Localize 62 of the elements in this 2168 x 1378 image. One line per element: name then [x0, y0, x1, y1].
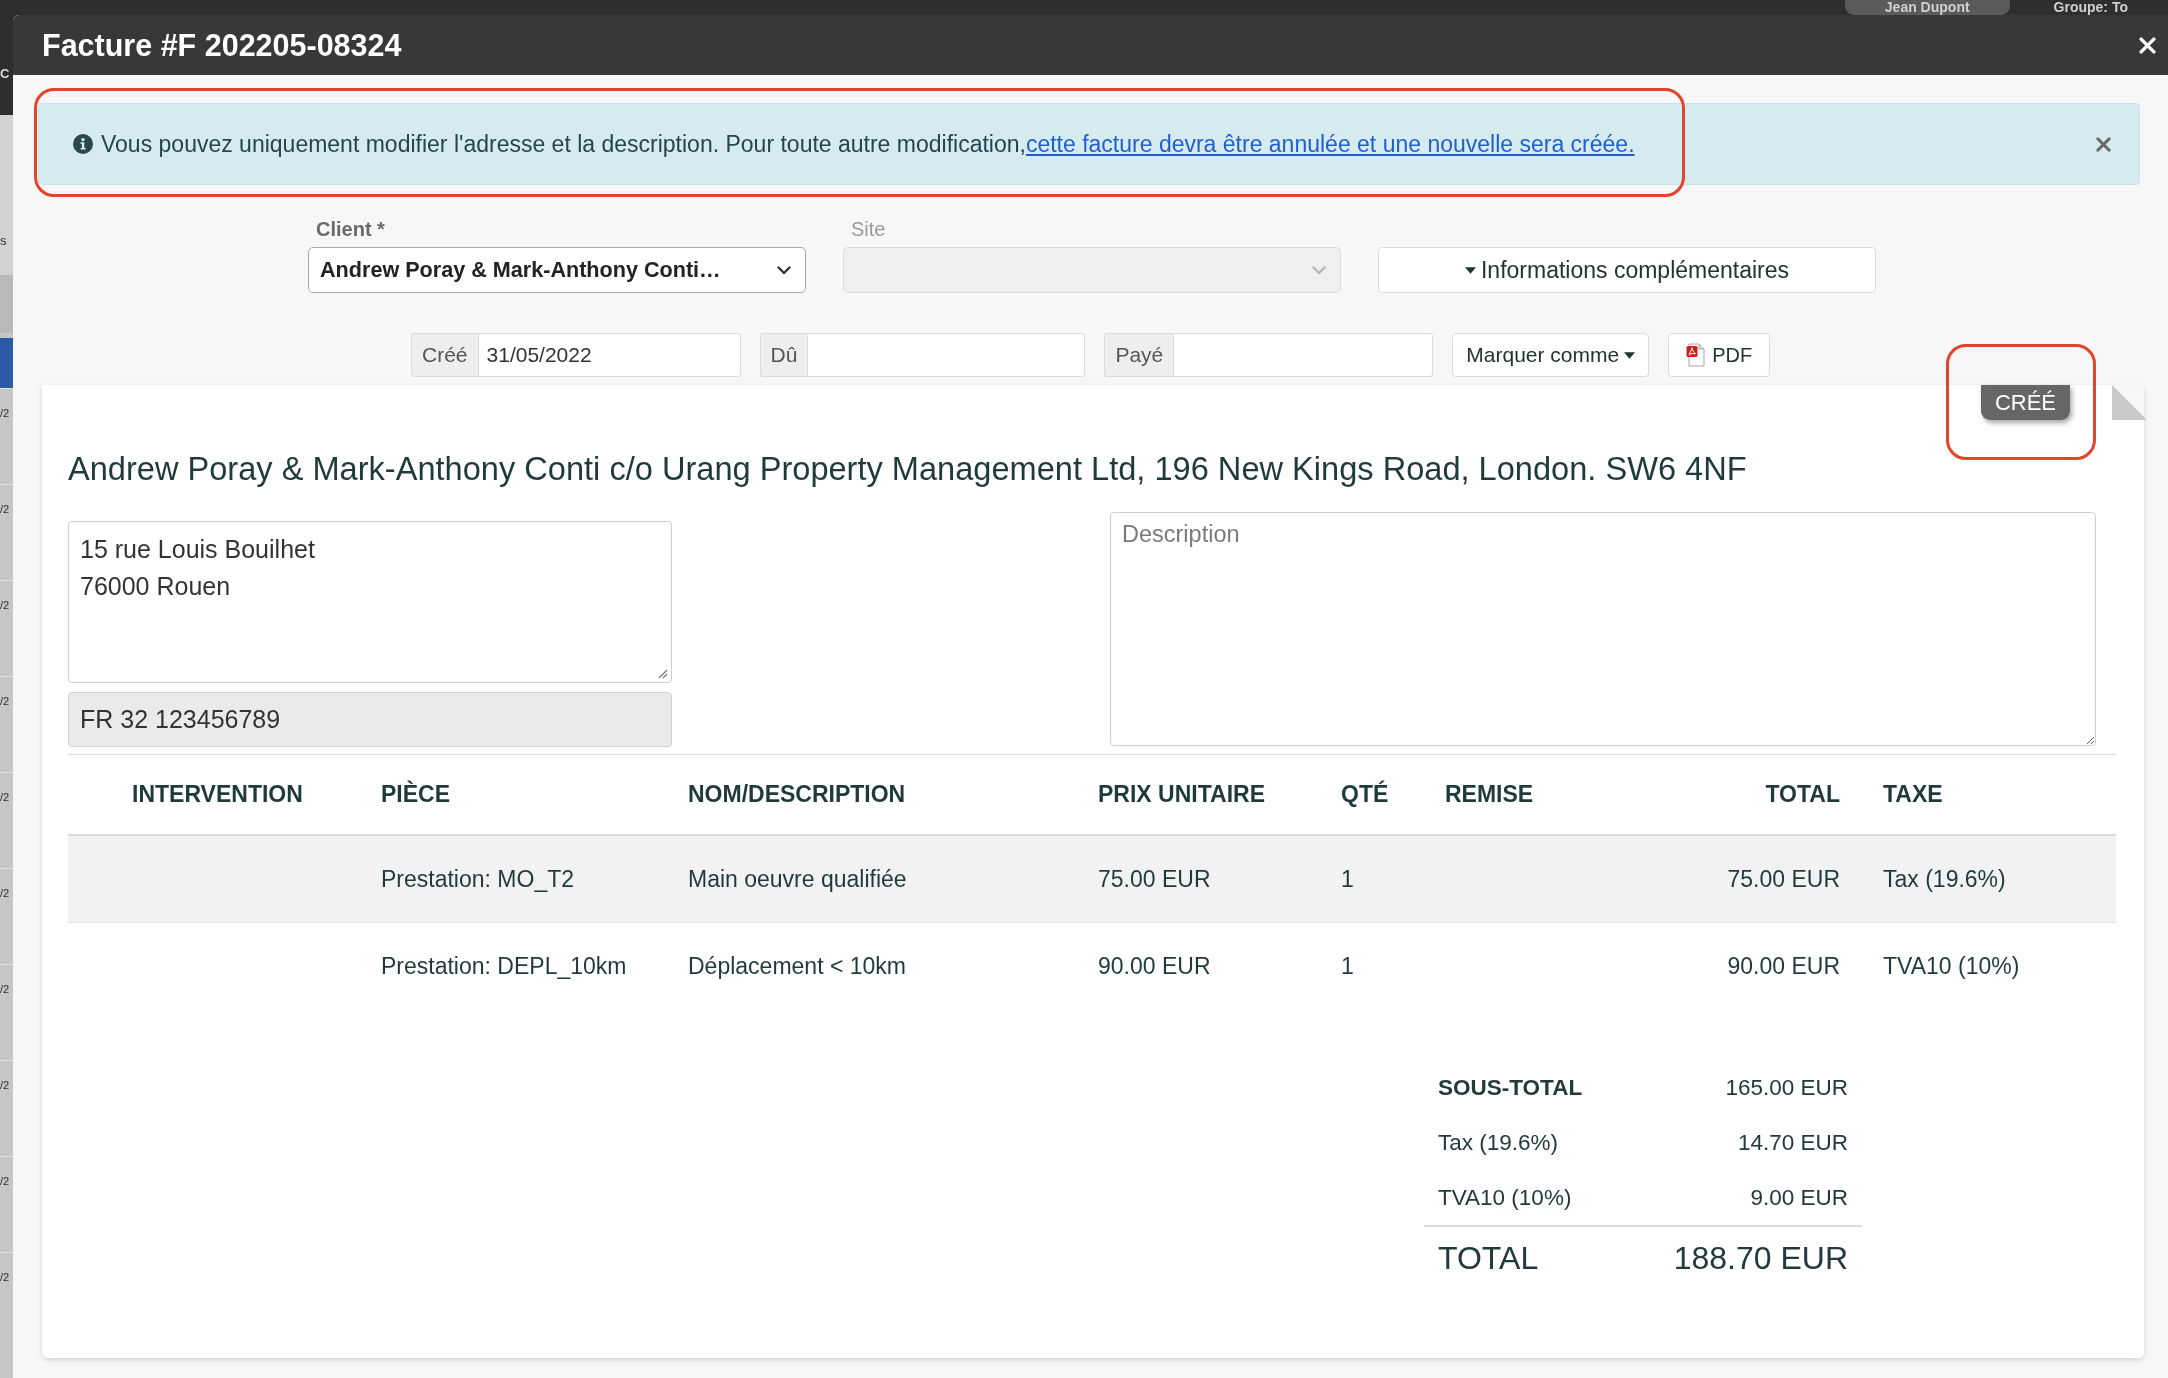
- table-cell: 75.00 EUR: [1727, 865, 1840, 892]
- group-text: Groupe: To: [2053, 0, 2128, 15]
- resize-grip-icon[interactable]: [657, 668, 668, 679]
- list-row[interactable]: [0, 338, 13, 388]
- table-cell: Tax (19.6%): [1883, 865, 2006, 892]
- column-header: TAXE: [1883, 781, 1943, 807]
- caret-down-icon: [1464, 266, 1476, 274]
- table-cell: Prestation: DEPL_10km: [381, 952, 627, 979]
- user-name-pill[interactable]: Jean Dupont: [1844, 0, 2010, 15]
- table-cell: 90.00 EUR: [1098, 952, 1211, 979]
- table-cell: Prestation: MO_T2: [381, 865, 575, 892]
- alert-message: Vous pouvez uniquement modifier l'adresse et la description. Pour toute autre modification,cette facture devra être annulée et une nouvelle sera créée.: [101, 130, 1635, 158]
- date-field[interactable]: 31/05/2022: [477, 333, 741, 377]
- column-header: QTÉ: [1341, 781, 1389, 807]
- total-amount: 9.00 EUR: [1750, 1184, 1848, 1211]
- pdf-file-icon: [1686, 343, 1706, 367]
- chevron-down-icon: [777, 265, 791, 275]
- mark-as-dropdown[interactable]: Marquer comme: [1452, 333, 1650, 377]
- total-amount: 14.70 EUR: [1737, 1129, 1848, 1156]
- client-select[interactable]: Andrew Poray & Mark-Anthony Conti…: [308, 247, 806, 293]
- pdf-button[interactable]: PDF: [1668, 333, 1771, 377]
- brand-text: C: [0, 66, 10, 81]
- column-header: NOM/DESCRIPTION: [688, 781, 906, 807]
- column-header: PIÈCE: [381, 781, 451, 807]
- table-cell: Déplacement < 10km: [688, 952, 906, 979]
- total-label: TOTAL: [1438, 1239, 1539, 1277]
- total-amount: 165.00 EUR: [1725, 1074, 1848, 1101]
- date-field[interactable]: [1173, 333, 1434, 377]
- table-cell: Main oeuvre qualifiée: [688, 865, 907, 892]
- field-label: Client *: [315, 218, 386, 241]
- column-header: REMISE: [1445, 781, 1534, 807]
- status-badge: CRÉÉ: [1980, 385, 2070, 420]
- more-info-button[interactable]: Informations complémentaires: [1378, 247, 1876, 293]
- cancel-invoice-link[interactable]: cette facture devra être annulée et une nouvelle sera créée.: [1025, 130, 1635, 157]
- table-cell: 75.00 EUR: [1098, 865, 1211, 892]
- total-label: TVA10 (10%): [1438, 1184, 1572, 1211]
- column-header: INTERVENTION: [132, 781, 303, 807]
- address-field[interactable]: 15 rue Louis Bouilhet 76000 Rouen: [68, 521, 672, 683]
- list-header-text: s: [0, 233, 7, 248]
- page-fold-icon: [2112, 385, 2147, 420]
- date-label: Créé: [411, 333, 478, 377]
- description-field[interactable]: Description: [1110, 512, 2096, 746]
- table-cell: 1: [1341, 952, 1354, 979]
- total-amount: 188.70 EUR: [1673, 1239, 1848, 1277]
- vat-number-field[interactable]: FR 32 123456789: [68, 692, 672, 747]
- caret-down-icon: [1624, 351, 1636, 359]
- modal-title: Facture #F 202205-08324: [42, 27, 402, 63]
- total-label: Tax (19.6%): [1438, 1129, 1559, 1156]
- table-cell: 90.00 EUR: [1727, 952, 1840, 979]
- date-field[interactable]: [807, 333, 1086, 377]
- date-label: Payé: [1104, 333, 1174, 377]
- chevron-down-icon: [1312, 265, 1326, 275]
- list-header-band: [0, 275, 13, 333]
- total-label: SOUS-TOTAL: [1438, 1074, 1583, 1101]
- column-header: PRIX UNITAIRE: [1098, 781, 1265, 807]
- info-icon: [73, 134, 93, 154]
- field-label: Site: [850, 218, 887, 241]
- date-label: Dû: [759, 333, 808, 377]
- table-cell: TVA10 (10%): [1883, 952, 2020, 979]
- column-header: TOTAL: [1765, 781, 1840, 807]
- table-cell: 1: [1341, 865, 1354, 892]
- recipient-heading: Andrew Poray & Mark-Anthony Conti c/o Urang Property Management Ltd, 196 New Kings Road, London. SW6 4NF: [68, 449, 1748, 489]
